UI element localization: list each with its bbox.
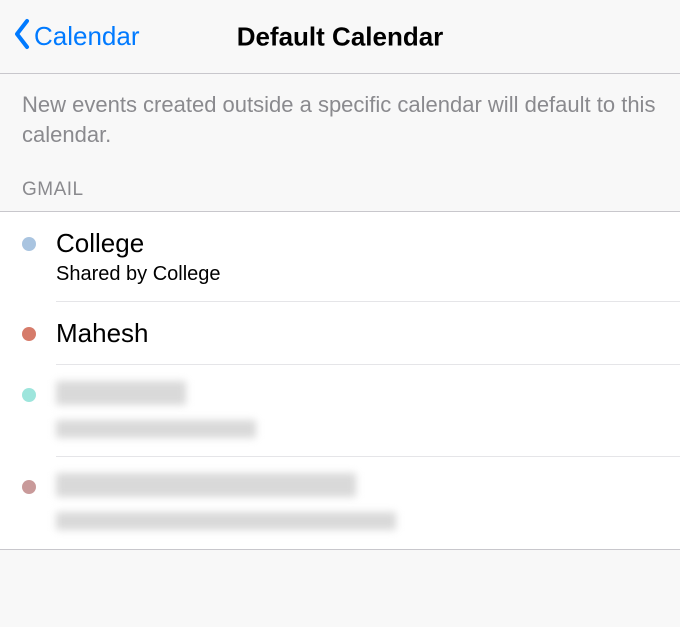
redacted-title xyxy=(56,381,186,405)
list-item-content: College Shared by College xyxy=(56,228,658,286)
calendar-subtitle: Shared by College xyxy=(56,263,658,286)
redacted-title xyxy=(56,473,356,497)
calendar-color-dot xyxy=(22,327,36,341)
section-header: GMAIL xyxy=(0,179,680,211)
list-item[interactable]: Mahesh xyxy=(0,302,680,365)
back-button[interactable]: Calendar xyxy=(0,17,140,56)
redacted-subtitle xyxy=(56,420,256,438)
list-item[interactable] xyxy=(0,457,680,549)
calendar-list: College Shared by College Mahesh xyxy=(0,211,680,550)
calendar-color-dot xyxy=(22,480,36,494)
list-item-content: Mahesh xyxy=(56,318,658,349)
list-item[interactable]: College Shared by College xyxy=(0,212,680,302)
calendar-color-dot xyxy=(22,388,36,402)
calendar-color-dot xyxy=(22,237,36,251)
list-item-content xyxy=(56,471,658,535)
calendar-title: Mahesh xyxy=(56,318,658,349)
list-item-content xyxy=(56,379,658,443)
redacted-subtitle xyxy=(56,512,396,530)
navbar: Calendar Default Calendar xyxy=(0,0,680,74)
description-text: New events created outside a specific ca… xyxy=(0,74,680,179)
chevron-left-icon xyxy=(12,17,32,56)
list-item[interactable] xyxy=(0,365,680,457)
back-label: Calendar xyxy=(34,21,140,52)
calendar-title: College xyxy=(56,228,658,259)
page-title: Default Calendar xyxy=(237,21,444,52)
